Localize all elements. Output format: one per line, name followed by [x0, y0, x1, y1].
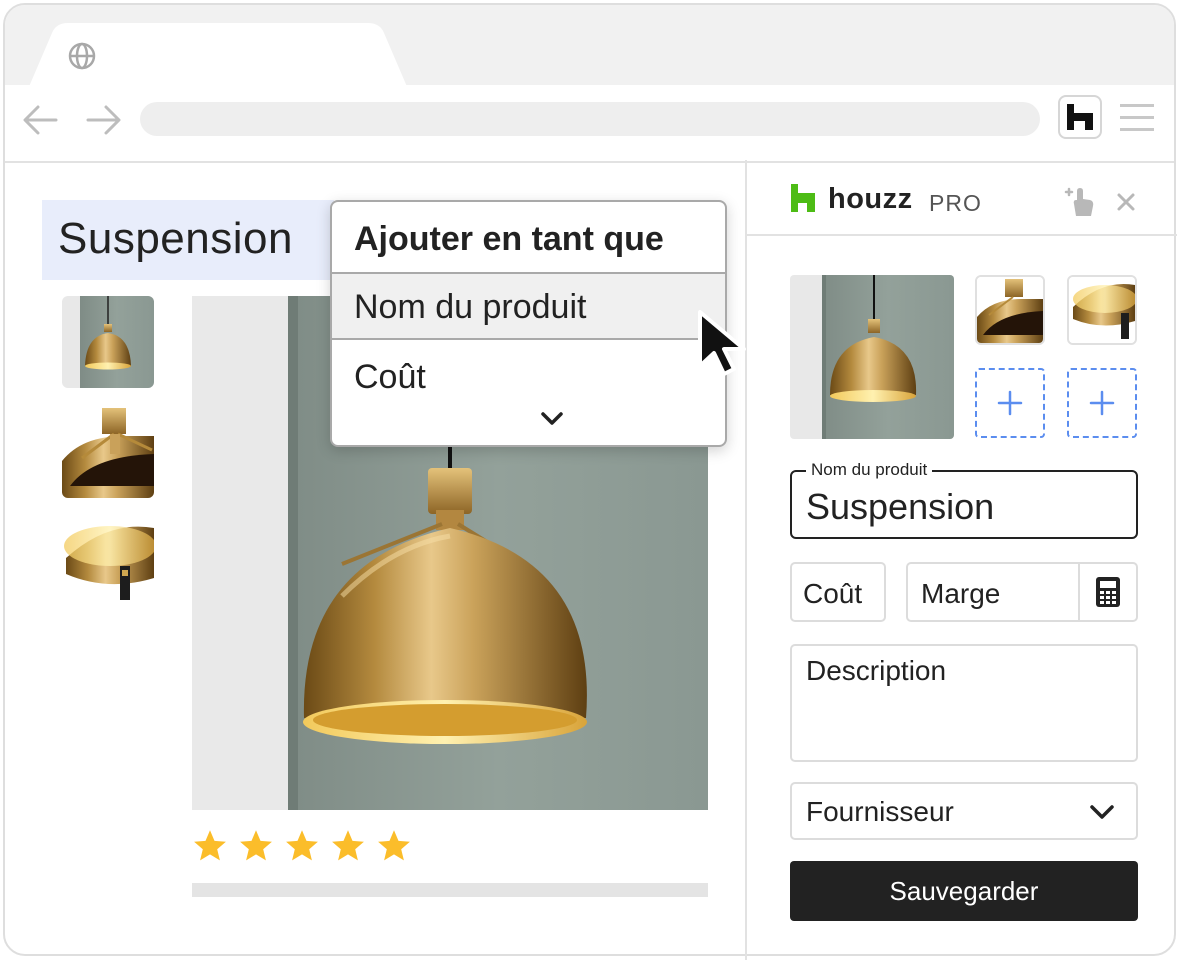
star-icon — [286, 830, 318, 861]
product-name-label: Nom du produit — [806, 460, 933, 480]
product-name-value[interactable]: Suspension — [806, 486, 994, 528]
gallery-thumbnail[interactable] — [975, 275, 1045, 345]
description-placeholder: Description — [806, 655, 947, 686]
arrow-left-icon — [23, 105, 58, 135]
panel-divider — [745, 160, 747, 960]
chevron-down-icon[interactable] — [537, 407, 567, 431]
field-separator — [1078, 564, 1080, 620]
add-as-context-menu: Ajouter en tant que Nom du produit Coût — [330, 200, 727, 447]
hamburger-icon[interactable] — [1117, 100, 1157, 136]
browser-tab[interactable] — [28, 23, 408, 89]
cost-field[interactable]: Coût — [790, 562, 886, 622]
save-button[interactable]: Sauvegarder — [790, 861, 1138, 921]
address-bar[interactable] — [140, 102, 1040, 136]
houzz-logo-icon — [791, 184, 815, 212]
chevron-down-icon — [1090, 805, 1114, 819]
houzz-h-icon — [1067, 104, 1093, 130]
houzz-extension-button[interactable] — [1058, 95, 1102, 139]
calculator-icon[interactable] — [1095, 576, 1121, 608]
menu-item-cost[interactable]: Coût — [332, 340, 725, 406]
star-icon — [194, 830, 226, 861]
arrow-right-icon — [86, 105, 121, 135]
gallery-thumbnail[interactable] — [1067, 275, 1137, 345]
supplier-select[interactable]: Fournisseur — [790, 782, 1138, 840]
clip-hand-icon[interactable] — [1062, 186, 1096, 218]
star-icon — [332, 830, 364, 861]
thumbnail-canopy[interactable] — [62, 516, 154, 608]
back-button[interactable] — [18, 98, 62, 142]
description-field[interactable]: Description — [790, 644, 1138, 762]
thumbnail-lamp[interactable] — [62, 296, 154, 388]
forward-button[interactable] — [82, 98, 126, 142]
menu-item-product-name[interactable]: Nom du produit — [332, 274, 725, 340]
plus-icon — [1089, 390, 1115, 416]
close-icon[interactable] — [1115, 191, 1137, 213]
supplier-placeholder: Fournisseur — [806, 796, 954, 827]
selected-product-image[interactable] — [790, 275, 954, 439]
brand-name: houzz — [828, 183, 913, 215]
cost-placeholder: Coût — [803, 578, 863, 609]
product-title[interactable]: Suspension — [58, 214, 293, 264]
star-icon — [378, 830, 410, 861]
rating-stars — [192, 828, 412, 864]
add-image-button[interactable] — [975, 368, 1045, 438]
plus-icon — [997, 390, 1023, 416]
add-image-button[interactable] — [1067, 368, 1137, 438]
context-menu-header: Ajouter en tant que — [332, 202, 725, 274]
brand-suffix: PRO — [929, 190, 982, 216]
thumbnail-lamp-detail[interactable] — [62, 406, 154, 498]
placeholder-text-bar — [192, 883, 708, 897]
mouse-pointer-icon — [698, 310, 746, 376]
star-icon — [240, 830, 272, 861]
